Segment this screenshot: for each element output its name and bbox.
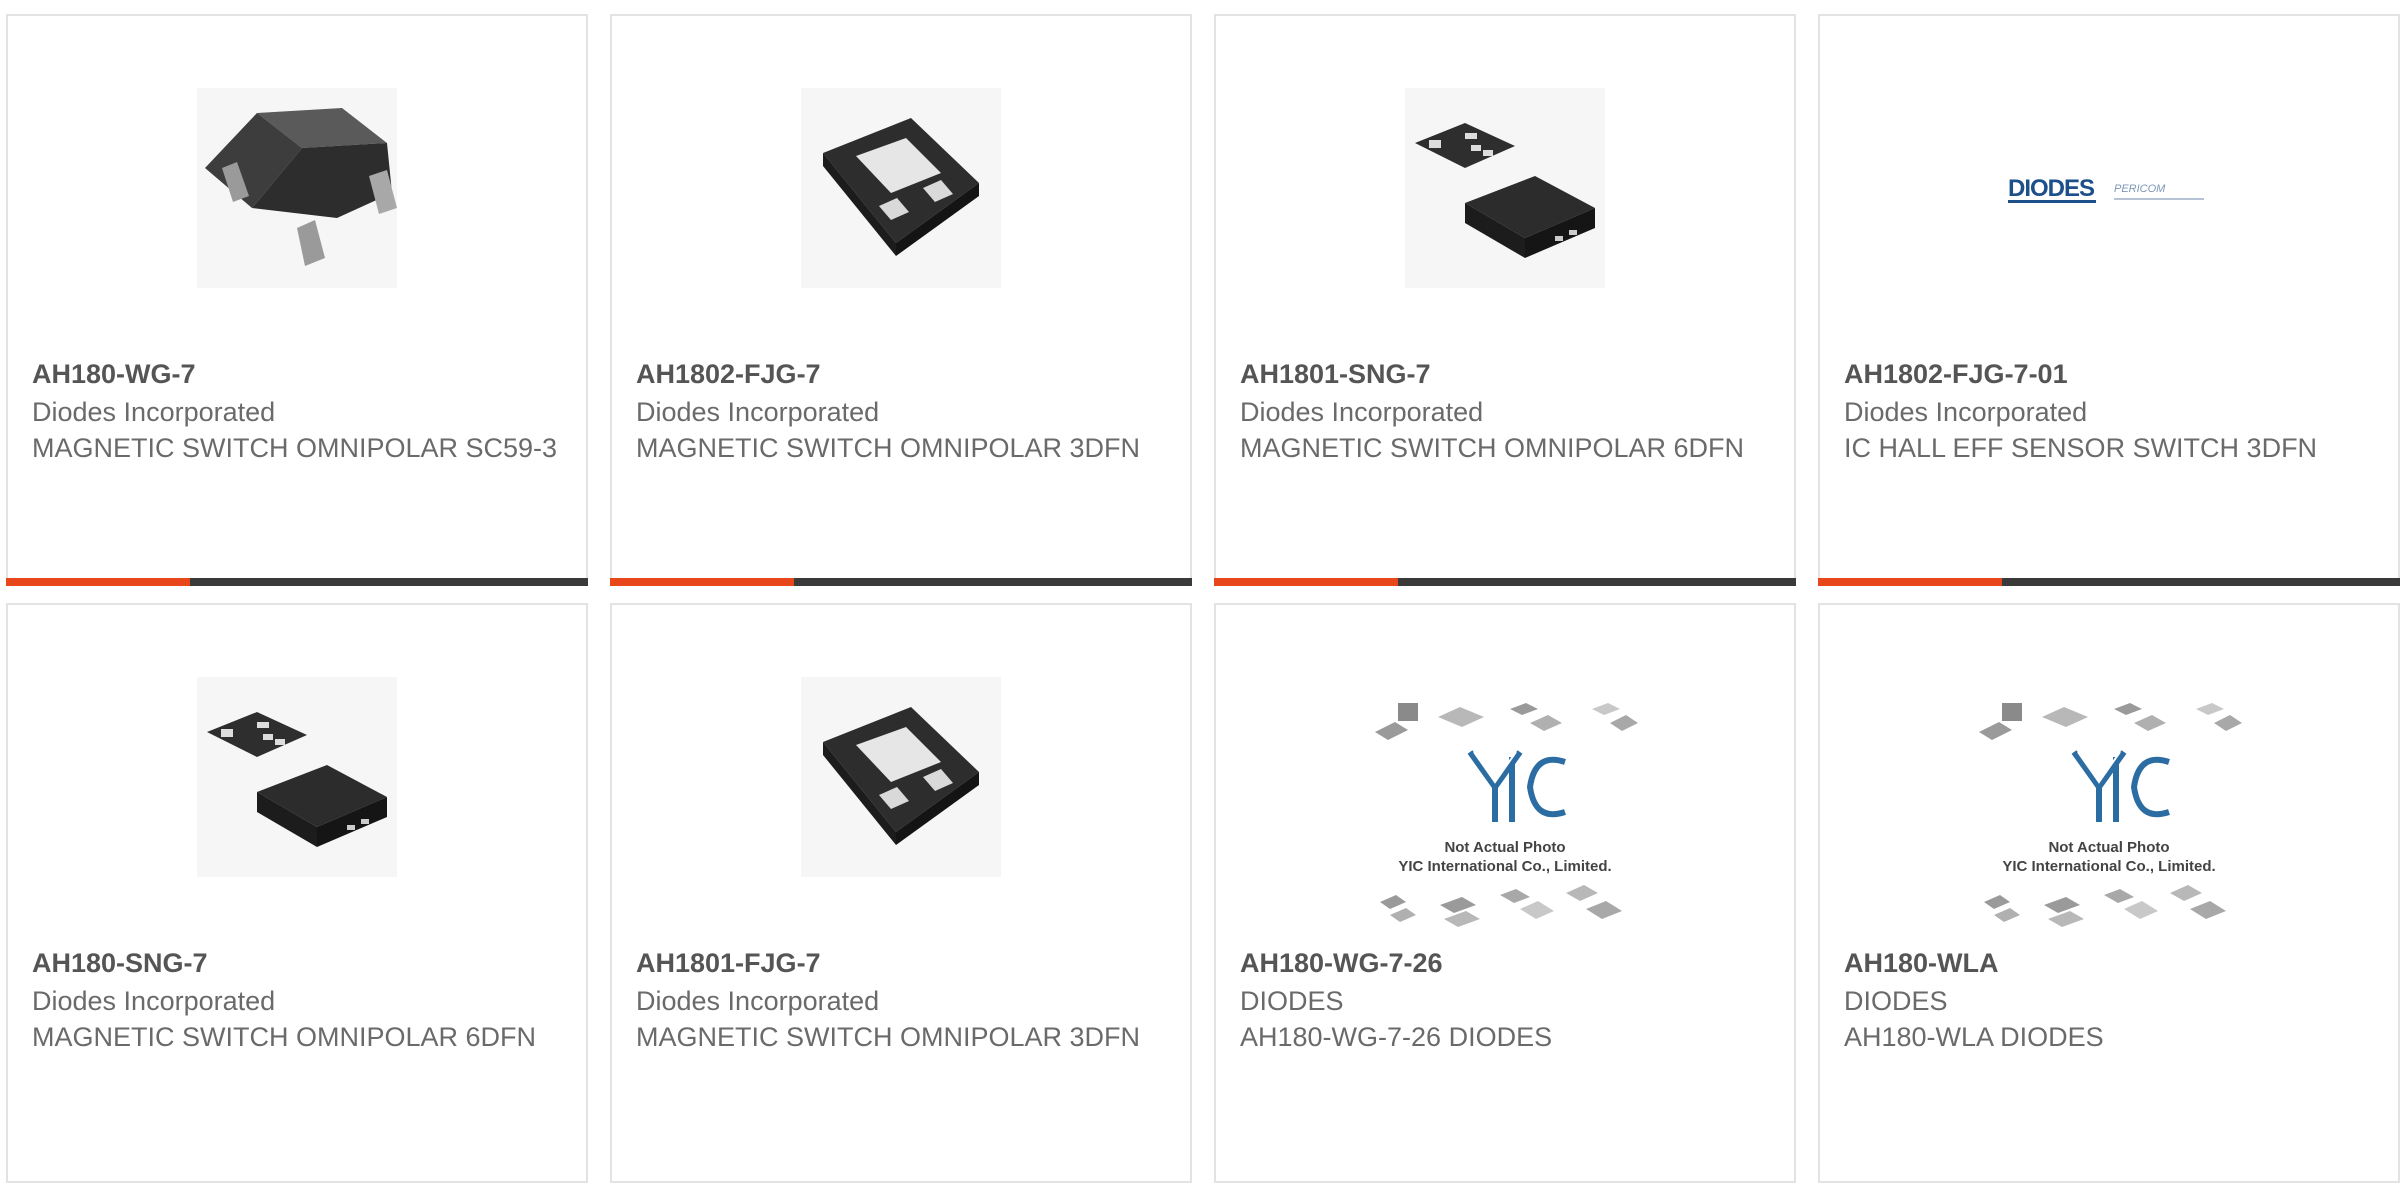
card-bar	[610, 578, 1192, 586]
not-actual-line2: YIC International Co., Limited.	[1398, 858, 1611, 875]
not-actual-line2: YIC International Co., Limited.	[2002, 858, 2215, 875]
product-card[interactable]: AH1802-FJG-7 Diodes Incorporated MAGNETI…	[610, 14, 1192, 586]
card-bar-accent	[6, 578, 190, 586]
description: MAGNETIC SWITCH OMNIPOLAR SC59-3	[32, 433, 558, 463]
part-number[interactable]: AH1802-FJG-7	[636, 359, 821, 390]
dfn6-package-icon	[1405, 88, 1605, 288]
manufacturer: DIODES	[1240, 986, 1344, 1016]
not-actual-line1: Not Actual Photo	[2048, 839, 2169, 856]
dfn3-package-icon	[801, 88, 1001, 288]
product-card[interactable]: AH1801-SNG-7 Diodes Incorporated MAGNETI…	[1214, 14, 1796, 586]
dfn3-package-icon	[801, 677, 1001, 877]
manufacturer: Diodes Incorporated	[32, 986, 276, 1016]
pericom-logo-text: PERICOM	[2114, 183, 2166, 195]
product-card[interactable]: Not Actual Photo YIC International Co., …	[1818, 603, 2400, 1183]
product-card[interactable]: AH180-SNG-7 Diodes Incorporated MAGNETIC…	[6, 603, 588, 1183]
dfn6-package-icon	[197, 677, 397, 877]
card-bar-accent	[1818, 578, 2002, 586]
description: MAGNETIC SWITCH OMNIPOLAR 6DFN	[32, 1022, 537, 1052]
manufacturer: Diodes Incorporated	[1240, 397, 1484, 427]
part-number[interactable]: AH180-WG-7	[32, 359, 196, 390]
product-card[interactable]: DIODES PERICOM AH1802-FJG-7-01 Diodes In…	[1818, 14, 2400, 586]
not-actual-photo-icon: Not Actual Photo YIC International Co., …	[1370, 697, 1640, 937]
part-number[interactable]: AH1802-FJG-7-01	[1844, 359, 2068, 390]
manufacturer: Diodes Incorporated	[636, 397, 880, 427]
not-actual-photo-icon: Not Actual Photo YIC International Co., …	[1974, 697, 2244, 937]
product-card[interactable]: AH180-WG-7 Diodes Incorporated MAGNETIC …	[6, 14, 588, 586]
description: MAGNETIC SWITCH OMNIPOLAR 6DFN	[1240, 433, 1745, 463]
card-bar	[1818, 578, 2400, 586]
card-bar-accent	[1214, 578, 1398, 586]
description: MAGNETIC SWITCH OMNIPOLAR 3DFN	[636, 1022, 1141, 1052]
card-bar	[6, 578, 588, 586]
part-number[interactable]: AH180-WG-7-26	[1240, 948, 1443, 979]
part-number[interactable]: AH1801-FJG-7	[636, 948, 821, 979]
description: MAGNETIC SWITCH OMNIPOLAR 3DFN	[636, 433, 1141, 463]
part-number[interactable]: AH180-WLA	[1844, 948, 1999, 979]
description: AH180-WG-7-26 DIODES	[1240, 1022, 1553, 1052]
diodes-logo-icon: DIODES PERICOM	[2004, 166, 2214, 216]
sot23-package-icon	[197, 88, 397, 288]
card-bar	[1214, 578, 1796, 586]
manufacturer: Diodes Incorporated	[636, 986, 880, 1016]
description: IC HALL EFF SENSOR SWITCH 3DFN	[1844, 433, 2318, 463]
manufacturer: DIODES	[1844, 986, 1948, 1016]
part-number[interactable]: AH180-SNG-7	[32, 948, 208, 979]
diodes-logo-text: DIODES	[2008, 175, 2095, 202]
product-card[interactable]: AH1801-FJG-7 Diodes Incorporated MAGNETI…	[610, 603, 1192, 1183]
manufacturer: Diodes Incorporated	[32, 397, 276, 427]
manufacturer: Diodes Incorporated	[1844, 397, 2088, 427]
part-number[interactable]: AH1801-SNG-7	[1240, 359, 1431, 390]
product-card[interactable]: Not Actual Photo YIC International Co., …	[1214, 603, 1796, 1183]
card-bar-accent	[610, 578, 794, 586]
not-actual-line1: Not Actual Photo	[1444, 839, 1565, 856]
description: AH180-WLA DIODES	[1844, 1022, 2104, 1052]
